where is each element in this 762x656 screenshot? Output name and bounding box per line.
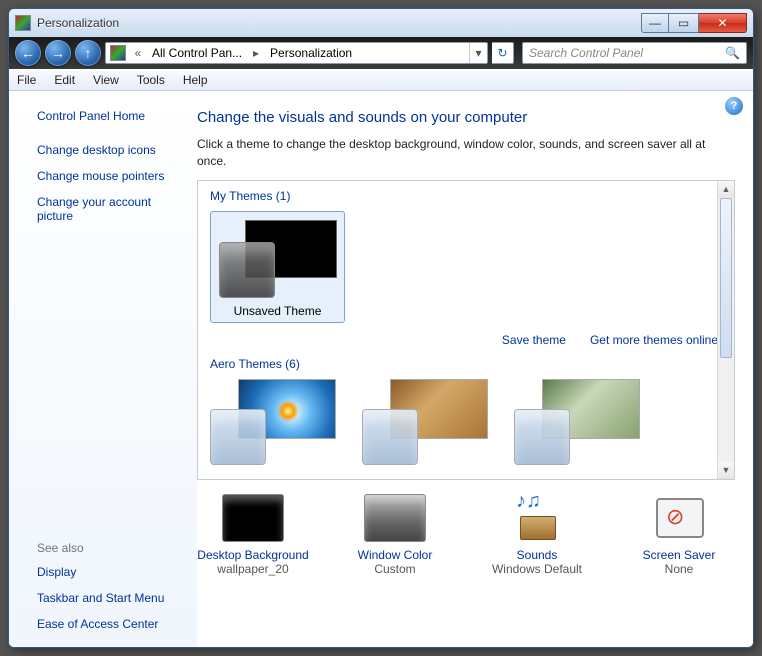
sounds-label: Sounds (517, 548, 558, 562)
theme-name: Unsaved Theme (219, 304, 336, 318)
screen-saver-value: None (665, 562, 694, 576)
window: Personalization — ▭ ✕ ← → ↑ « All Contro… (8, 8, 754, 648)
sidebar-see-also-header: See also (37, 541, 185, 555)
window-color-button[interactable]: Window Color Custom (339, 494, 451, 576)
screen-saver-label: Screen Saver (643, 548, 716, 562)
breadcrumb[interactable]: « All Control Pan... ▸ Personalization ▾ (105, 42, 488, 64)
up-button[interactable]: ↑ (75, 40, 101, 66)
scrollbar[interactable]: ▲ ▼ (717, 181, 734, 479)
sidebar: Control Panel Home Change desktop icons … (9, 91, 197, 647)
menu-tools[interactable]: Tools (137, 73, 165, 87)
sidebar-change-account-picture[interactable]: Change your account picture (37, 195, 185, 223)
get-more-themes-link[interactable]: Get more themes online (590, 333, 718, 347)
menu-view[interactable]: View (93, 73, 119, 87)
window-buttons: — ▭ ✕ (641, 13, 747, 33)
window-color-icon (364, 494, 426, 542)
sidebar-display[interactable]: Display (37, 565, 185, 579)
maximize-button[interactable]: ▭ (669, 13, 699, 33)
window-color-thumb (219, 242, 275, 298)
sidebar-change-mouse-pointers[interactable]: Change mouse pointers (37, 169, 185, 183)
screen-saver-button[interactable]: Screen Saver None (623, 494, 735, 576)
titlebar[interactable]: Personalization — ▭ ✕ (9, 9, 753, 37)
menubar: File Edit View Tools Help (9, 69, 753, 91)
aero-themes-row (210, 379, 722, 465)
menu-help[interactable]: Help (183, 73, 208, 87)
theme-links: Save theme Get more themes online (210, 333, 718, 347)
sidebar-change-desktop-icons[interactable]: Change desktop icons (37, 143, 185, 157)
nav-toolbar: ← → ↑ « All Control Pan... ▸ Personaliza… (9, 37, 753, 69)
menu-file[interactable]: File (17, 73, 36, 87)
desktop-background-value: wallpaper_20 (217, 562, 288, 576)
location-icon (110, 45, 126, 61)
window-title: Personalization (37, 16, 641, 30)
sounds-icon (506, 494, 568, 542)
desktop-background-label: Desktop Background (197, 548, 308, 562)
back-button[interactable]: ← (15, 40, 41, 66)
aero-theme-3[interactable] (514, 379, 640, 465)
minimize-button[interactable]: — (641, 13, 669, 33)
scroll-thumb[interactable] (720, 198, 732, 358)
help-icon[interactable]: ? (725, 97, 743, 115)
breadcrumb-dropdown[interactable]: ▾ (469, 43, 487, 63)
search-placeholder: Search Control Panel (529, 46, 725, 60)
chevron-right-icon[interactable]: ▸ (248, 46, 264, 60)
page-heading: Change the visuals and sounds on your co… (197, 109, 735, 126)
desktop-background-icon (222, 494, 284, 542)
theme-unsaved[interactable]: Unsaved Theme (210, 211, 345, 323)
sounds-value: Windows Default (492, 562, 582, 576)
desktop-background-button[interactable]: Desktop Background wallpaper_20 (197, 494, 309, 576)
themes-inner: My Themes (1) Unsaved Theme Save theme G… (198, 181, 734, 479)
search-input[interactable]: Search Control Panel 🔍 (522, 42, 747, 64)
close-button[interactable]: ✕ (699, 13, 747, 33)
search-icon: 🔍 (725, 46, 740, 60)
page-subtext: Click a theme to change the desktop back… (197, 136, 735, 170)
app-icon (15, 15, 31, 31)
save-theme-link[interactable]: Save theme (502, 333, 566, 347)
sidebar-ease-of-access[interactable]: Ease of Access Center (37, 617, 185, 631)
breadcrumb-personalization[interactable]: Personalization (264, 43, 358, 63)
aero-theme-2[interactable] (362, 379, 488, 465)
sounds-button[interactable]: Sounds Windows Default (481, 494, 593, 576)
screen-saver-icon (648, 494, 710, 542)
chevron-left-icon[interactable]: « (130, 46, 146, 60)
window-color-value: Custom (374, 562, 415, 576)
main-panel: Change the visuals and sounds on your co… (197, 91, 753, 647)
aero-themes-header: Aero Themes (6) (210, 357, 722, 371)
themes-listbox: My Themes (1) Unsaved Theme Save theme G… (197, 180, 735, 480)
window-color-label: Window Color (358, 548, 433, 562)
refresh-button[interactable]: ↻ (492, 42, 514, 64)
aero-theme-1[interactable] (210, 379, 336, 465)
forward-button[interactable]: → (45, 40, 71, 66)
scroll-up-button[interactable]: ▲ (718, 181, 734, 198)
my-themes-header: My Themes (1) (210, 189, 722, 203)
content: ? Control Panel Home Change desktop icon… (9, 91, 753, 647)
menu-edit[interactable]: Edit (54, 73, 75, 87)
theme-preview (219, 220, 337, 298)
sidebar-taskbar-start-menu[interactable]: Taskbar and Start Menu (37, 591, 185, 605)
settings-row: Desktop Background wallpaper_20 Window C… (197, 480, 735, 576)
sidebar-control-panel-home[interactable]: Control Panel Home (37, 109, 185, 123)
breadcrumb-all-control-panel[interactable]: All Control Pan... (146, 43, 248, 63)
scroll-down-button[interactable]: ▼ (718, 462, 734, 479)
